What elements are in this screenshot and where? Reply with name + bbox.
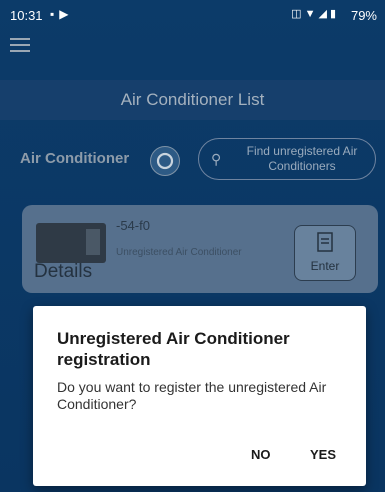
hamburger-icon[interactable]: [10, 38, 30, 52]
search-icon: ⚲: [211, 151, 222, 167]
signal-icon: ◢: [318, 8, 330, 20]
dialog-title: Unregistered Air Conditioner registratio…: [57, 329, 290, 369]
wifi-icon: ▼: [304, 8, 319, 20]
enter-button[interactable]: Enter: [294, 225, 356, 281]
page-title: Air Conditioner List: [0, 80, 385, 120]
notification-icons: ▪▶: [50, 7, 74, 21]
air-conditioner-label: Air Conditioner: [20, 150, 130, 167]
app-screen: 10:31 ▪▶ ◫▼◢▮ 79% Air Conditioner List A…: [0, 0, 385, 492]
enter-label: Enter: [310, 259, 340, 273]
dialog-message: Do you want to register the unregistered…: [57, 379, 327, 412]
battery-level: 79%: [350, 8, 377, 23]
details-button[interactable]: Details: [34, 261, 92, 283]
yes-button[interactable]: YES: [310, 447, 336, 462]
air-conditioner-image: [36, 223, 106, 263]
refresh-button[interactable]: [150, 146, 180, 176]
enter-icon: [317, 232, 333, 252]
device-name: -54-f0: [116, 218, 150, 233]
vibrate-icon: ◫: [291, 8, 305, 20]
device-card[interactable]: Details -54-f0 Unregistered Air Conditio…: [22, 205, 378, 293]
registration-dialog: Unregistered Air Conditioner registratio…: [33, 306, 366, 486]
battery-icon: ▮: [329, 8, 339, 20]
play-icon: ▶: [59, 7, 74, 21]
find-unregistered-button[interactable]: ⚲ Find unregistered Air Conditioners: [198, 138, 376, 180]
image-icon: ▪: [50, 7, 60, 21]
device-status: Unregistered Air Conditioner: [116, 247, 242, 258]
system-icons: ◫▼◢▮: [291, 7, 339, 20]
refresh-icon: [156, 152, 174, 170]
status-time: 10:31: [10, 8, 43, 23]
find-button-label: Find unregistered Air Conditioners: [246, 144, 358, 173]
status-bar: 10:31 ▪▶ ◫▼◢▮ 79%: [0, 0, 385, 28]
no-button[interactable]: NO: [251, 447, 271, 462]
